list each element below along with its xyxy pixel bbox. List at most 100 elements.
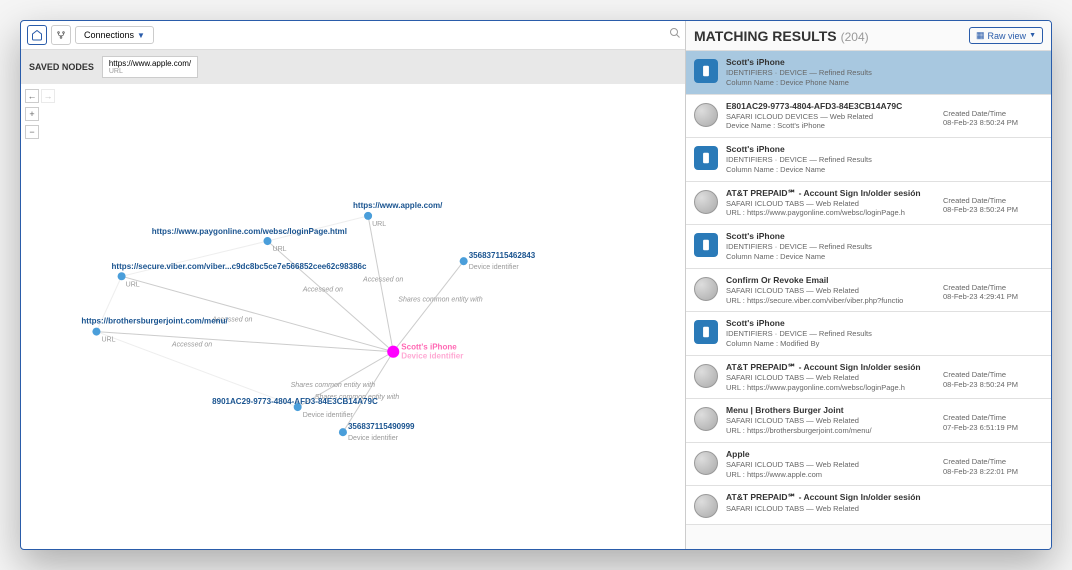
result-content: Scott's iPhoneIDENTIFIERS · DEVICE — Ref… (726, 231, 935, 262)
result-title: Scott's iPhone (726, 144, 935, 155)
globe-icon (694, 277, 718, 301)
result-line1: SAFARI ICLOUD TABS — Web Related (726, 416, 935, 426)
graph-svg: Accessed on Accessed on Accessed on Acce… (21, 84, 685, 549)
node-label: 8901AC29-9773-4804-AFD3-84E3CB14A79C (212, 397, 378, 406)
branch-icon (56, 30, 66, 40)
graph-node[interactable] (339, 428, 347, 436)
result-line2: URL : https://www.paygonline.com/websc/l… (726, 383, 935, 393)
node-label: 356837115462843 (469, 251, 536, 260)
device-icon (694, 233, 718, 257)
saved-nodes-label: SAVED NODES (29, 62, 94, 72)
result-line2: Device Name : Scott's iPhone (726, 121, 935, 131)
result-meta: Created Date/Time08-Feb-23 8:50:24 PM (943, 188, 1043, 219)
result-line1: IDENTIFIERS · DEVICE — Refined Results (726, 329, 935, 339)
edge-label: Accessed on (302, 286, 343, 293)
result-line2: Column Name : Device Name (726, 252, 935, 262)
result-item[interactable]: AT&T PREPAID℠ - Account Sign In/older se… (686, 486, 1051, 525)
node-label: https://secure.viber.com/viber...c9dc8bc… (112, 262, 367, 271)
result-title: Scott's iPhone (726, 57, 935, 68)
result-content: Menu | Brothers Burger JointSAFARI ICLOU… (726, 405, 935, 436)
globe-icon (694, 494, 718, 518)
result-item[interactable]: AT&T PREPAID℠ - Account Sign In/older se… (686, 182, 1051, 226)
result-line2: Column Name : Modified By (726, 339, 935, 349)
result-content: Confirm Or Revoke EmailSAFARI ICLOUD TAB… (726, 275, 935, 306)
branch-button[interactable] (51, 25, 71, 45)
result-line2: Column Name : Device Name (726, 165, 935, 175)
result-item[interactable]: Scott's iPhoneIDENTIFIERS · DEVICE — Ref… (686, 51, 1051, 95)
result-line1: SAFARI ICLOUD TABS — Web Related (726, 199, 935, 209)
home-button[interactable] (27, 25, 47, 45)
globe-icon (694, 451, 718, 475)
result-line1: IDENTIFIERS · DEVICE — Refined Results (726, 242, 935, 252)
results-list[interactable]: Scott's iPhoneIDENTIFIERS · DEVICE — Ref… (686, 51, 1051, 549)
edge-label: Accessed on (362, 276, 403, 283)
result-meta (943, 318, 1043, 349)
results-title: MATCHING RESULTS (694, 28, 837, 44)
graph-canvas[interactable]: Accessed on Accessed on Accessed on Acce… (21, 84, 685, 549)
raw-view-button[interactable]: ▦ Raw view ▼ (969, 27, 1043, 44)
node-sublabel: Device identifier (469, 264, 520, 271)
result-content: E801AC29-9773-4804-AFD3-84E3CB14A79CSAFA… (726, 101, 935, 132)
result-line1: IDENTIFIERS · DEVICE — Refined Results (726, 155, 935, 165)
graph-node[interactable] (364, 212, 372, 220)
result-title: Scott's iPhone (726, 318, 935, 329)
node-sublabel: URL (273, 246, 287, 253)
result-title: Confirm Or Revoke Email (726, 275, 935, 286)
result-content: Scott's iPhoneIDENTIFIERS · DEVICE — Ref… (726, 144, 935, 175)
result-item[interactable]: AT&T PREPAID℠ - Account Sign In/older se… (686, 356, 1051, 400)
result-item[interactable]: AppleSAFARI ICLOUD TABS — Web RelatedURL… (686, 443, 1051, 487)
center-node-label: Scott's iPhone (401, 343, 457, 352)
result-meta: Created Date/Time08-Feb-23 8:50:24 PM (943, 362, 1043, 393)
connections-dropdown[interactable]: Connections ▼ (75, 26, 154, 44)
result-content: Scott's iPhoneIDENTIFIERS · DEVICE — Ref… (726, 57, 935, 88)
device-icon (694, 320, 718, 344)
device-icon (694, 146, 718, 170)
result-line1: SAFARI ICLOUD TABS — Web Related (726, 286, 935, 296)
result-item[interactable]: Confirm Or Revoke EmailSAFARI ICLOUD TAB… (686, 269, 1051, 313)
results-panel: MATCHING RESULTS (204) ▦ Raw view ▼ Scot… (686, 21, 1051, 549)
result-line1: SAFARI ICLOUD TABS — Web Related (726, 373, 935, 383)
search-icon[interactable] (669, 27, 681, 42)
result-meta: Created Date/Time08-Feb-23 8:22:01 PM (943, 449, 1043, 480)
center-node[interactable] (387, 346, 399, 358)
result-content: AT&T PREPAID℠ - Account Sign In/older se… (726, 362, 935, 393)
graph-node[interactable] (118, 272, 126, 280)
result-content: Scott's iPhoneIDENTIFIERS · DEVICE — Ref… (726, 318, 935, 349)
result-line1: IDENTIFIERS · DEVICE — Refined Results (726, 68, 935, 78)
result-item[interactable]: Scott's iPhoneIDENTIFIERS · DEVICE — Ref… (686, 312, 1051, 356)
chip-subtitle: URL (109, 68, 191, 75)
result-line2: URL : https://secure.viber.com/viber/vib… (726, 296, 935, 306)
globe-icon (694, 364, 718, 388)
node-sublabel: URL (372, 221, 386, 228)
graph-node[interactable] (263, 237, 271, 245)
result-line2: URL : https://www.paygonline.com/websc/l… (726, 208, 935, 218)
result-item[interactable]: Menu | Brothers Burger JointSAFARI ICLOU… (686, 399, 1051, 443)
result-title: Scott's iPhone (726, 231, 935, 242)
node-sublabel: Device identifier (348, 435, 399, 442)
saved-node-chip[interactable]: https://www.apple.com/ URL (102, 56, 198, 78)
result-item[interactable]: Scott's iPhoneIDENTIFIERS · DEVICE — Ref… (686, 138, 1051, 182)
connections-label: Connections (84, 30, 134, 40)
result-title: E801AC29-9773-4804-AFD3-84E3CB14A79C (726, 101, 935, 112)
raw-view-label: Raw view (988, 31, 1027, 41)
graph-node[interactable] (92, 328, 100, 336)
result-meta: Created Date/Time07-Feb-23 6:51:19 PM (943, 405, 1043, 436)
result-item[interactable]: Scott's iPhoneIDENTIFIERS · DEVICE — Ref… (686, 225, 1051, 269)
node-label: https://www.paygonline.com/websc/loginPa… (152, 227, 347, 236)
saved-nodes-bar: SAVED NODES https://www.apple.com/ URL (21, 50, 685, 84)
result-content: AppleSAFARI ICLOUD TABS — Web RelatedURL… (726, 449, 935, 480)
result-meta: Created Date/Time08-Feb-23 8:50:24 PM (943, 101, 1043, 132)
node-sublabel: Device identifier (303, 412, 354, 419)
edge-label: Shares common entity with (398, 296, 482, 303)
result-meta: Created Date/Time08-Feb-23 4:29:41 PM (943, 275, 1043, 306)
result-content: AT&T PREPAID℠ - Account Sign In/older se… (726, 188, 935, 219)
result-line1: SAFARI ICLOUD TABS — Web Related (726, 504, 935, 514)
result-title: Apple (726, 449, 935, 460)
toolbar: Connections ▼ (21, 21, 685, 50)
node-label: https://www.apple.com/ (353, 201, 443, 210)
graph-node[interactable] (460, 257, 468, 265)
result-line2: Column Name : Device Phone Name (726, 78, 935, 88)
result-line1: SAFARI ICLOUD DEVICES — Web Related (726, 112, 935, 122)
result-item[interactable]: E801AC29-9773-4804-AFD3-84E3CB14A79CSAFA… (686, 95, 1051, 139)
device-icon (694, 59, 718, 83)
